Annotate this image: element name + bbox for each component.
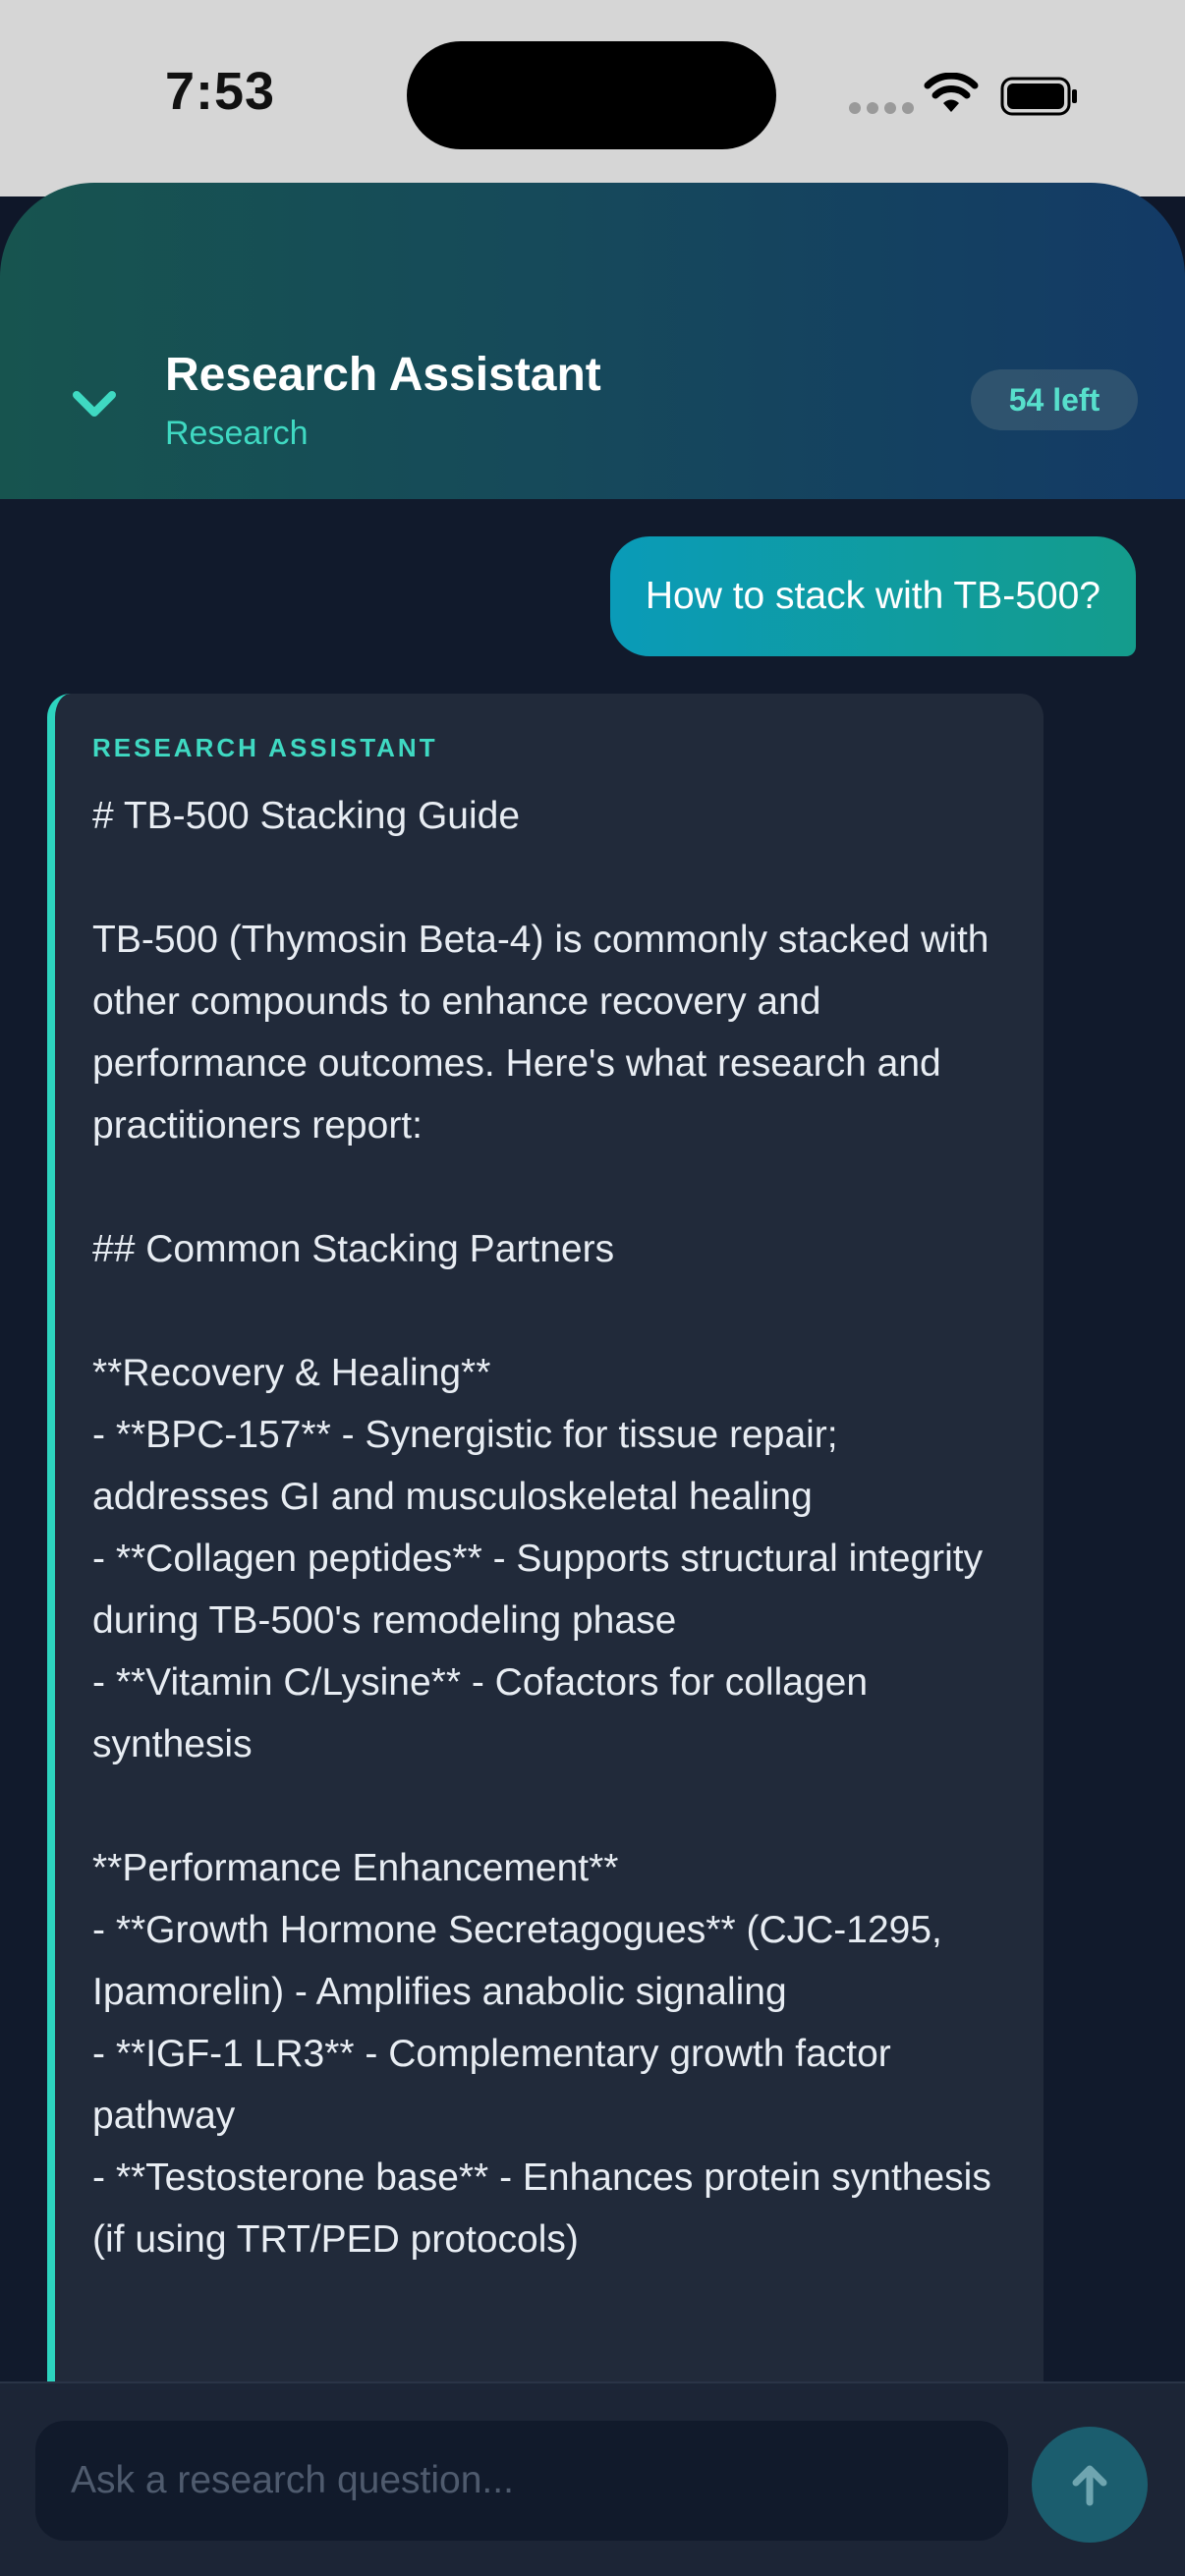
dynamic-island xyxy=(407,41,776,149)
battery-icon xyxy=(1000,77,1077,116)
assistant-sender-label: RESEARCH ASSISTANT xyxy=(92,733,438,762)
wifi-icon xyxy=(924,73,979,112)
page-title: Research Assistant xyxy=(165,349,601,401)
page-subtitle: Research xyxy=(165,415,309,452)
message-composer xyxy=(0,2381,1185,2576)
assistant-message-text: # TB-500 Stacking Guide TB-500 (Thymosin… xyxy=(92,795,991,2261)
arrow-up-icon xyxy=(1072,2465,1107,2506)
assistant-message-card: RESEARCH ASSISTANT # TB-500 Stacking Gui… xyxy=(47,694,1044,2381)
question-input[interactable] xyxy=(35,2421,1008,2541)
user-message-bubble: How to stack with TB-500? xyxy=(609,536,1136,656)
cellular-signal-icon xyxy=(849,102,914,114)
chat-thread[interactable]: How to stack with TB-500? RESEARCH ASSIS… xyxy=(0,499,1185,2381)
collapse-button[interactable] xyxy=(61,377,128,432)
send-button[interactable] xyxy=(1032,2427,1148,2543)
status-bar: 7:53 xyxy=(0,0,1185,196)
chat-header: Research Assistant Research 54 left xyxy=(0,183,1185,499)
chevron-down-icon xyxy=(73,391,116,417)
credits-remaining-badge: 54 left xyxy=(971,369,1138,430)
status-time: 7:53 xyxy=(165,62,276,121)
